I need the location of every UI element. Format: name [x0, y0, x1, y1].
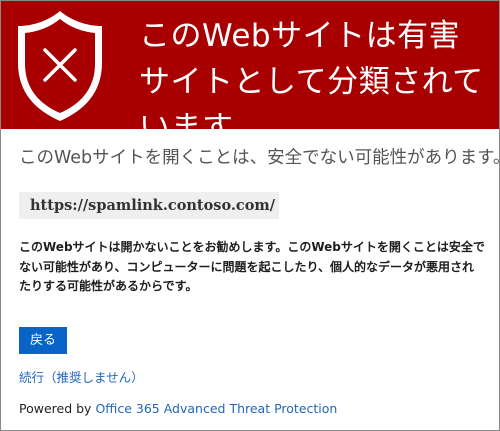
- powered-by-label: Powered by: [19, 401, 92, 416]
- warning-message: このWebサイトは開かないことをお勧めします。このWebサイトを開くことは安全で…: [19, 240, 485, 293]
- banner-title: このWebサイトは有害サイトとして分類されています。: [139, 18, 484, 146]
- back-button[interactable]: 戻る: [19, 327, 67, 354]
- shield-x-icon: [18, 11, 102, 121]
- page-subtitle: このWebサイトを開くことは、安全でない可能性があります。: [19, 148, 500, 168]
- blocked-url-box: https://spamlink.contoso.com/: [19, 192, 279, 219]
- blocked-url: https://spamlink.contoso.com/: [30, 197, 276, 214]
- warning-page: このWebサイトは有害サイトとして分類されています。 このWebサイトを開くこと…: [0, 0, 500, 431]
- atp-link[interactable]: Office 365 Advanced Threat Protection: [95, 401, 337, 416]
- continue-link[interactable]: 続行（推奨しません）: [19, 370, 144, 386]
- powered-by: Powered by Office 365 Advanced Threat Pr…: [19, 401, 337, 417]
- warning-banner: このWebサイトは有害サイトとして分類されています。: [1, 1, 499, 146]
